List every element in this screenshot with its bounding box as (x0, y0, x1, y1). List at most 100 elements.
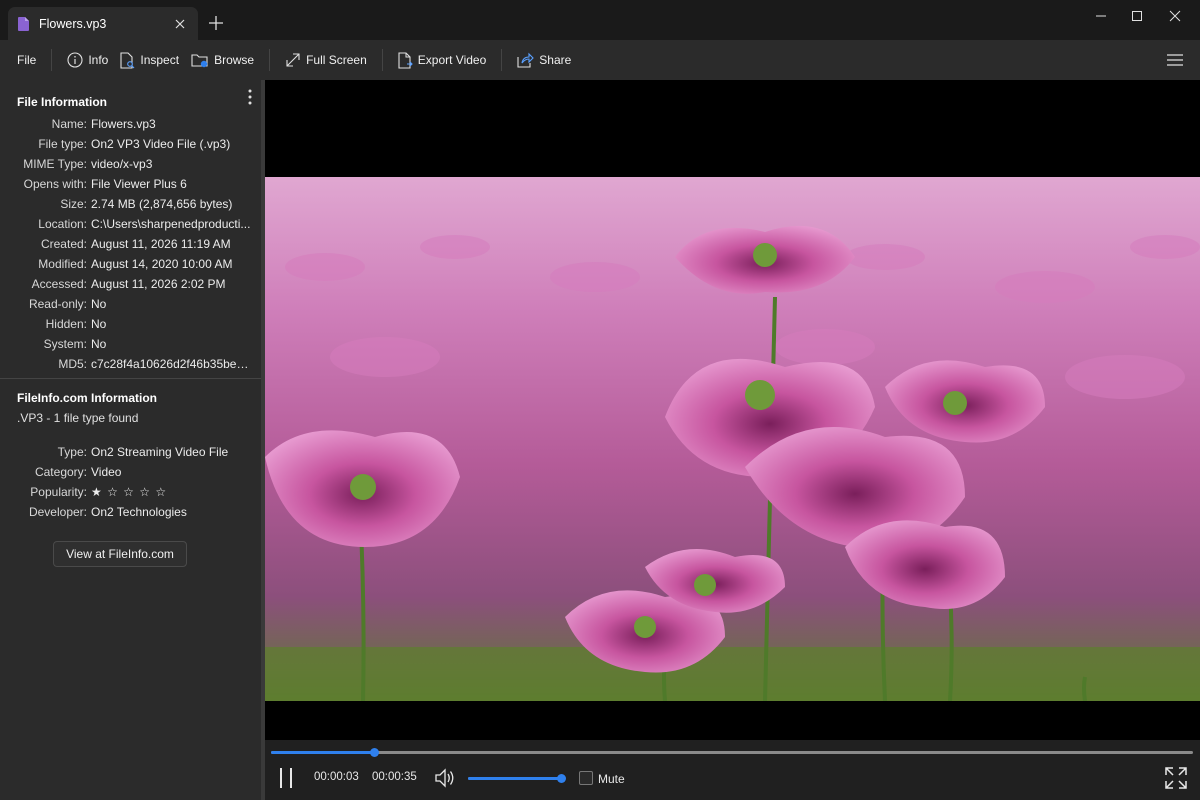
info-row: Modified: August 14, 2020 10:00 AM (0, 254, 261, 274)
info-row-key: Location: (38, 217, 87, 231)
info-label: Info (88, 53, 109, 67)
info-row-value: No (91, 337, 107, 351)
info-row: Popularity: ★ ☆ ☆ ☆ ☆ (0, 482, 261, 502)
inspect-button[interactable]: Inspect (114, 46, 185, 74)
video-frame (265, 177, 1200, 701)
info-row: MD5: c7c28f4a10626d2f46b35be692... (0, 354, 261, 374)
seek-thumb[interactable] (370, 748, 380, 757)
seek-progress (271, 751, 375, 754)
info-row: Category: Video (0, 462, 261, 482)
close-window-icon[interactable] (1152, 0, 1198, 32)
info-row-key: Category: (34, 465, 87, 479)
full-screen-button[interactable]: Full Screen (279, 46, 373, 74)
info-row-value: C:\Users\sharpenedproducti... (91, 217, 251, 231)
volume-level (468, 777, 561, 780)
file-information-title: File Information (17, 95, 107, 109)
info-row-key: Read-only: (28, 297, 87, 311)
fullscreen-button[interactable] (1163, 765, 1189, 791)
new-tab-icon[interactable] (206, 13, 226, 33)
toolbar: File Info Inspect Browse Full Screen Exp… (0, 40, 1200, 80)
speaker-icon (435, 768, 454, 788)
view-at-fileinfo-button[interactable]: View at FileInfo.com (53, 541, 187, 567)
info-row-value: 2.74 MB (2,874,656 bytes) (91, 197, 233, 211)
seek-bar[interactable] (271, 748, 1193, 757)
info-row: Accessed: August 11, 2026 2:02 PM (0, 274, 261, 294)
fileinfo-com-title: FileInfo.com Information (17, 391, 157, 405)
toolbar-separator (269, 49, 271, 71)
share-icon (517, 52, 535, 68)
info-row-key: Size: (60, 197, 87, 211)
info-row: Size: 2.74 MB (2,874,656 bytes) (0, 194, 261, 214)
volume-thumb[interactable] (557, 774, 566, 783)
info-button[interactable]: Info (61, 46, 114, 74)
info-row-key: Opens with: (23, 177, 87, 191)
browse-folder-icon (191, 54, 208, 68)
export-document-icon (398, 51, 413, 69)
info-row-key: Type: (57, 445, 87, 459)
info-row-value: August 14, 2020 10:00 AM (91, 257, 233, 271)
info-row-value: c7c28f4a10626d2f46b35be692... (91, 357, 261, 371)
info-row-key: Popularity: (30, 485, 87, 499)
section-divider (0, 378, 261, 379)
tab-flowers[interactable]: Flowers.vp3 (8, 7, 198, 40)
document-icon (18, 16, 29, 31)
export-video-button[interactable]: Export Video (392, 46, 493, 74)
player-controls: 00:00:03 00:00:35 Mute (265, 740, 1200, 800)
volume-slider[interactable] (468, 774, 566, 783)
info-row: Name: Flowers.vp3 (0, 114, 261, 134)
info-row: Opens with: File Viewer Plus 6 (0, 174, 261, 194)
info-row-key: System: (43, 337, 87, 351)
info-row: File type: On2 VP3 Video File (.vp3) (0, 134, 261, 154)
browse-button[interactable]: Browse (185, 46, 260, 74)
info-row-key: Hidden: (45, 317, 87, 331)
volume-button[interactable] (433, 767, 457, 789)
info-row-key: MIME Type: (23, 157, 87, 171)
info-row-key: Modified: (38, 257, 87, 271)
info-row-key: Created: (40, 237, 87, 251)
mute-label: Mute (598, 772, 625, 786)
pause-button[interactable] (275, 766, 297, 790)
browse-label: Browse (214, 53, 255, 67)
info-row-value: Flowers.vp3 (91, 117, 156, 131)
duration: 00:00:35 (372, 771, 417, 783)
info-icon (67, 52, 83, 68)
file-menu-button[interactable]: File (11, 46, 42, 74)
info-row-key: MD5: (58, 357, 87, 371)
tab-title: Flowers.vp3 (39, 16, 107, 31)
info-row-key: Developer: (28, 505, 87, 519)
info-row-value: video/x-vp3 (91, 157, 153, 171)
hamburger-menu-icon[interactable] (1166, 52, 1184, 68)
info-row-value: Video (91, 465, 122, 479)
info-row-value: No (91, 317, 107, 331)
info-row-key: Accessed: (31, 277, 87, 291)
export-video-label: Export Video (417, 53, 487, 67)
mute-checkbox[interactable] (579, 771, 593, 785)
info-row-value: ★ ☆ ☆ ☆ ☆ (91, 485, 168, 499)
expand-arrow-icon (286, 53, 300, 67)
current-time: 00:00:03 (314, 771, 359, 783)
more-options-icon[interactable] (244, 88, 256, 106)
info-row: Read-only: No (0, 294, 261, 314)
info-row: MIME Type: video/x-vp3 (0, 154, 261, 174)
info-row-value: On2 VP3 Video File (.vp3) (91, 137, 231, 151)
info-row-value: On2 Technologies (91, 505, 187, 519)
info-row: System: No (0, 334, 261, 354)
info-row-key: File type: (38, 137, 87, 151)
info-row: Type: On2 Streaming Video File (0, 442, 261, 462)
info-row: Hidden: No (0, 314, 261, 334)
share-label: Share (539, 53, 572, 67)
close-tab-icon[interactable] (172, 16, 188, 32)
info-row-value: On2 Streaming Video File (91, 445, 229, 459)
video-viewport[interactable] (265, 80, 1200, 740)
file-menu-label: File (17, 53, 37, 67)
fullscreen-icon (1165, 767, 1187, 789)
share-button[interactable]: Share (511, 46, 577, 74)
inspect-label: Inspect (140, 53, 180, 67)
toolbar-separator (381, 49, 383, 71)
info-row-key: Name: (51, 117, 87, 131)
info-row: Developer: On2 Technologies (0, 502, 261, 522)
info-row-value: August 11, 2026 2:02 PM (91, 277, 226, 291)
toolbar-separator (51, 49, 53, 71)
file-type-summary: .VP3 - 1 file type found (17, 411, 139, 425)
info-row-value: File Viewer Plus 6 (91, 177, 187, 191)
